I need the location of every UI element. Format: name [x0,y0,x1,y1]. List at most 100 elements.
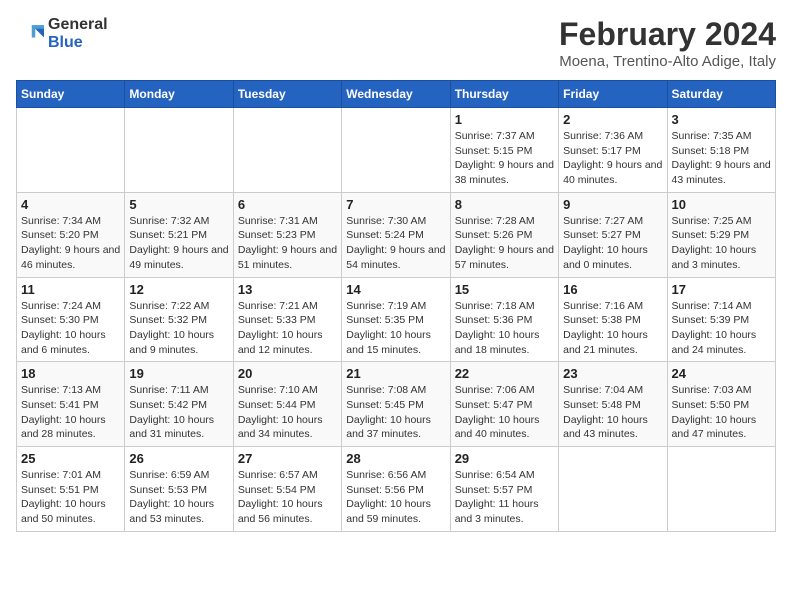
calendar-cell: 19Sunrise: 7:11 AMSunset: 5:42 PMDayligh… [125,362,233,447]
day-number: 23 [563,366,662,381]
calendar-cell: 21Sunrise: 7:08 AMSunset: 5:45 PMDayligh… [342,362,450,447]
calendar-cell: 18Sunrise: 7:13 AMSunset: 5:41 PMDayligh… [17,362,125,447]
day-number: 25 [21,451,120,466]
calendar-cell [559,447,667,532]
day-detail: Sunrise: 7:01 AMSunset: 5:51 PMDaylight:… [21,468,120,527]
day-number: 18 [21,366,120,381]
calendar-week-1: 1 Sunrise: 7:37 AMSunset: 5:15 PMDaylight… [17,108,776,193]
calendar-week-4: 18Sunrise: 7:13 AMSunset: 5:41 PMDayligh… [17,362,776,447]
calendar-cell: 15 Sunrise: 7:18 AMSunset: 5:36 PMDayligh… [450,277,558,362]
calendar-cell: 26Sunrise: 6:59 AMSunset: 5:53 PMDayligh… [125,447,233,532]
day-detail: Sunrise: 7:10 AMSunset: 5:44 PMDaylight:… [238,383,337,442]
day-number: 16 [563,282,662,297]
logo-line1: General [48,16,108,34]
day-number: 22 [455,366,554,381]
calendar-cell: 22 Sunrise: 7:06 AMSunset: 5:47 PMDayligh… [450,362,558,447]
calendar-week-2: 4 Sunrise: 7:34 AMSunset: 5:20 PMDaylight… [17,192,776,277]
day-detail: Sunrise: 7:32 AMSunset: 5:21 PMDaylight:… [129,214,228,273]
day-number: 1 [455,112,554,127]
calendar-cell: 3 Sunrise: 7:35 AMSunset: 5:18 PMDaylight… [667,108,775,193]
day-number: 8 [455,197,554,212]
day-number: 14 [346,282,445,297]
day-detail: Sunrise: 6:56 AMSunset: 5:56 PMDaylight:… [346,468,445,527]
calendar-cell: 14 Sunrise: 7:19 AMSunset: 5:35 PMDayligh… [342,277,450,362]
day-number: 21 [346,366,445,381]
calendar-cell: 10 Sunrise: 7:25 AMSunset: 5:29 PMDayligh… [667,192,775,277]
header: General Blue February 2024 Moena, Trenti… [16,16,776,70]
day-number: 20 [238,366,337,381]
day-detail: Sunrise: 7:30 AMSunset: 5:24 PMDaylight:… [346,214,445,273]
day-detail: Sunrise: 7:31 AMSunset: 5:23 PMDaylight:… [238,214,337,273]
calendar-cell: 16 Sunrise: 7:16 AMSunset: 5:38 PMDayligh… [559,277,667,362]
calendar-cell: 23 Sunrise: 7:04 AMSunset: 5:48 PMDayligh… [559,362,667,447]
day-header-sunday: Sunday [17,81,125,108]
day-detail: Sunrise: 7:14 AMSunset: 5:39 PMDaylight:… [672,299,771,358]
day-detail: Sunrise: 7:19 AMSunset: 5:35 PMDaylight:… [346,299,445,358]
calendar-cell: 4 Sunrise: 7:34 AMSunset: 5:20 PMDaylight… [17,192,125,277]
day-number: 15 [455,282,554,297]
day-header-monday: Monday [125,81,233,108]
day-number: 9 [563,197,662,212]
calendar-week-5: 25 Sunrise: 7:01 AMSunset: 5:51 PMDayligh… [17,447,776,532]
day-detail: Sunrise: 6:54 AMSunset: 5:57 PMDaylight:… [455,468,554,527]
day-number: 12 [129,282,228,297]
day-detail: Sunrise: 7:06 AMSunset: 5:47 PMDaylight:… [455,383,554,442]
day-detail: Sunrise: 6:57 AMSunset: 5:54 PMDaylight:… [238,468,337,527]
calendar-cell: 17Sunrise: 7:14 AMSunset: 5:39 PMDayligh… [667,277,775,362]
day-detail: Sunrise: 7:25 AMSunset: 5:29 PMDaylight:… [672,214,771,273]
day-header-saturday: Saturday [667,81,775,108]
day-number: 4 [21,197,120,212]
day-header-thursday: Thursday [450,81,558,108]
calendar-header-row: SundayMondayTuesdayWednesdayThursdayFrid… [17,81,776,108]
day-detail: Sunrise: 7:24 AMSunset: 5:30 PMDaylight:… [21,299,120,358]
day-detail: Sunrise: 7:21 AMSunset: 5:33 PMDaylight:… [238,299,337,358]
calendar-cell: 9 Sunrise: 7:27 AMSunset: 5:27 PMDaylight… [559,192,667,277]
calendar-cell: 7Sunrise: 7:30 AMSunset: 5:24 PMDaylight… [342,192,450,277]
day-detail: Sunrise: 7:37 AMSunset: 5:15 PMDaylight:… [455,129,554,188]
calendar-cell: 6 Sunrise: 7:31 AMSunset: 5:23 PMDaylight… [233,192,341,277]
day-number: 6 [238,197,337,212]
logo-line2: Blue [48,34,108,52]
day-number: 26 [129,451,228,466]
calendar-title: February 2024 [559,16,776,53]
logo: General Blue [16,16,108,52]
calendar-cell [342,108,450,193]
calendar-table: SundayMondayTuesdayWednesdayThursdayFrid… [16,80,776,532]
day-header-tuesday: Tuesday [233,81,341,108]
calendar-cell: 13 Sunrise: 7:21 AMSunset: 5:33 PMDayligh… [233,277,341,362]
day-number: 3 [672,112,771,127]
calendar-cell: 1 Sunrise: 7:37 AMSunset: 5:15 PMDaylight… [450,108,558,193]
calendar-cell: 20 Sunrise: 7:10 AMSunset: 5:44 PMDayligh… [233,362,341,447]
day-detail: Sunrise: 7:16 AMSunset: 5:38 PMDaylight:… [563,299,662,358]
calendar-cell: 28 Sunrise: 6:56 AMSunset: 5:56 PMDayligh… [342,447,450,532]
calendar-cell: 8Sunrise: 7:28 AMSunset: 5:26 PMDaylight… [450,192,558,277]
calendar-cell: 11Sunrise: 7:24 AMSunset: 5:30 PMDayligh… [17,277,125,362]
day-number: 27 [238,451,337,466]
calendar-cell: 29Sunrise: 6:54 AMSunset: 5:57 PMDayligh… [450,447,558,532]
calendar-cell: 12Sunrise: 7:22 AMSunset: 5:32 PMDayligh… [125,277,233,362]
calendar-cell: 27 Sunrise: 6:57 AMSunset: 5:54 PMDayligh… [233,447,341,532]
day-detail: Sunrise: 7:03 AMSunset: 5:50 PMDaylight:… [672,383,771,442]
calendar-cell: 2Sunrise: 7:36 AMSunset: 5:17 PMDaylight… [559,108,667,193]
day-detail: Sunrise: 7:04 AMSunset: 5:48 PMDaylight:… [563,383,662,442]
calendar-cell [17,108,125,193]
day-detail: Sunrise: 7:34 AMSunset: 5:20 PMDaylight:… [21,214,120,273]
logo-icon [16,20,44,48]
calendar-subtitle: Moena, Trentino-Alto Adige, Italy [559,53,776,70]
day-detail: Sunrise: 7:36 AMSunset: 5:17 PMDaylight:… [563,129,662,188]
day-detail: Sunrise: 7:11 AMSunset: 5:42 PMDaylight:… [129,383,228,442]
calendar-cell [125,108,233,193]
day-number: 28 [346,451,445,466]
day-detail: Sunrise: 7:18 AMSunset: 5:36 PMDaylight:… [455,299,554,358]
calendar-week-3: 11Sunrise: 7:24 AMSunset: 5:30 PMDayligh… [17,277,776,362]
day-header-wednesday: Wednesday [342,81,450,108]
day-number: 5 [129,197,228,212]
day-header-friday: Friday [559,81,667,108]
day-detail: Sunrise: 7:35 AMSunset: 5:18 PMDaylight:… [672,129,771,188]
day-number: 13 [238,282,337,297]
day-detail: Sunrise: 7:27 AMSunset: 5:27 PMDaylight:… [563,214,662,273]
calendar-body: 1 Sunrise: 7:37 AMSunset: 5:15 PMDaylight… [17,108,776,532]
calendar-cell: 24Sunrise: 7:03 AMSunset: 5:50 PMDayligh… [667,362,775,447]
calendar-cell [233,108,341,193]
day-number: 10 [672,197,771,212]
